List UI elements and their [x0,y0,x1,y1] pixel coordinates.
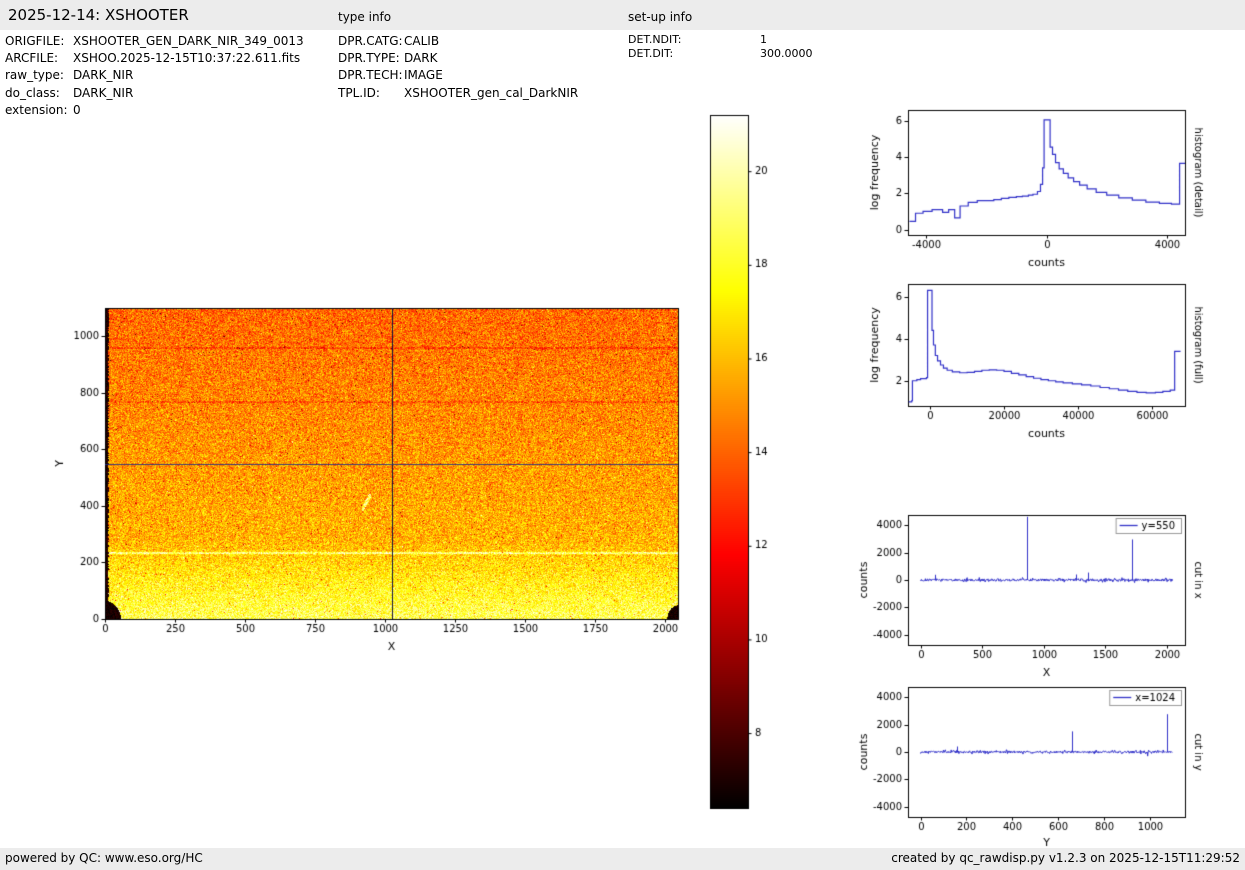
meta-row: DPR.TYPE: DARK [338,50,578,67]
dark-frame-heatmap [40,295,700,670]
meta-row: ORIGFILE: XSHOOTER_GEN_DARK_NIR_349_0013 [5,33,304,50]
header-bar: 2025-12-14: XSHOOTER type info set-up in… [0,0,1245,30]
setup-info-block: DET.NDIT: 1 DET.DIT: 300.0000 [628,33,813,60]
meta-label: DPR.TECH: [338,68,403,83]
type-info-block: DPR.CATG:CALIB DPR.TYPE: DARK DPR.TECH:IM… [338,33,578,102]
meta-value: DARK [404,51,438,66]
meta-row: DPR.CATG:CALIB [338,33,578,50]
meta-value: CALIB [404,34,440,48]
meta-row: TPL.ID: XSHOOTER_gen_cal_DarkNIR [338,85,578,102]
meta-label: DPR.TYPE: [338,51,400,66]
cut-in-x-plot [855,505,1245,685]
histogram-detail-plot [855,100,1245,280]
page-title: 2025-12-14: XSHOOTER [8,6,189,24]
meta-value: 300.0000 [760,46,813,60]
meta-value: 0 [73,102,81,117]
footer-created-by: created by qc_rawdisp.py v1.2.3 on 2025-… [891,851,1240,865]
meta-label: ARCFILE: [5,51,59,66]
meta-label: extension: [5,102,68,117]
qc-report-page: 2025-12-14: XSHOOTER type info set-up in… [0,0,1245,870]
footer-bar: powered by QC: www.eso.org/HC created by… [0,848,1245,870]
meta-value: 1 [760,33,767,46]
meta-label: DET.DIT: [628,46,674,60]
meta-row: ARCFILE: XSHOO.2025-12-15T10:37:22.611.fi… [5,50,304,67]
setup-info-heading: set-up info [628,10,693,24]
meta-row: DET.DIT: 300.0000 [628,47,813,61]
meta-label: do_class: [5,85,60,100]
meta-row: do_class: DARK_NIR [5,85,304,102]
meta-row: DET.NDIT: 1 [628,33,813,47]
type-info-heading: type info [338,10,392,24]
meta-row: extension: 0 [5,102,304,119]
meta-label: DPR.CATG: [338,34,403,48]
meta-value: IMAGE [404,68,443,83]
file-metadata-block: ORIGFILE: XSHOOTER_GEN_DARK_NIR_349_0013 … [5,33,304,119]
meta-label: raw_type: [5,68,64,83]
meta-value: XSHOO.2025-12-15T10:37:22.611.fits [73,51,301,66]
histogram-full-plot [855,273,1245,453]
meta-label: DET.NDIT: [628,33,682,46]
meta-value: DARK_NIR [73,85,134,100]
colorbar [705,108,795,813]
footer-powered-by: powered by QC: www.eso.org/HC [5,851,203,865]
meta-row: DPR.TECH:IMAGE [338,67,578,84]
meta-label: TPL.ID: [338,85,380,100]
cut-in-y-plot [855,677,1245,847]
meta-row: raw_type: DARK_NIR [5,67,304,84]
meta-label: ORIGFILE: [5,34,65,48]
meta-value: XSHOOTER_GEN_DARK_NIR_349_0013 [73,34,304,48]
meta-value: XSHOOTER_gen_cal_DarkNIR [404,85,579,100]
meta-value: DARK_NIR [73,68,134,83]
